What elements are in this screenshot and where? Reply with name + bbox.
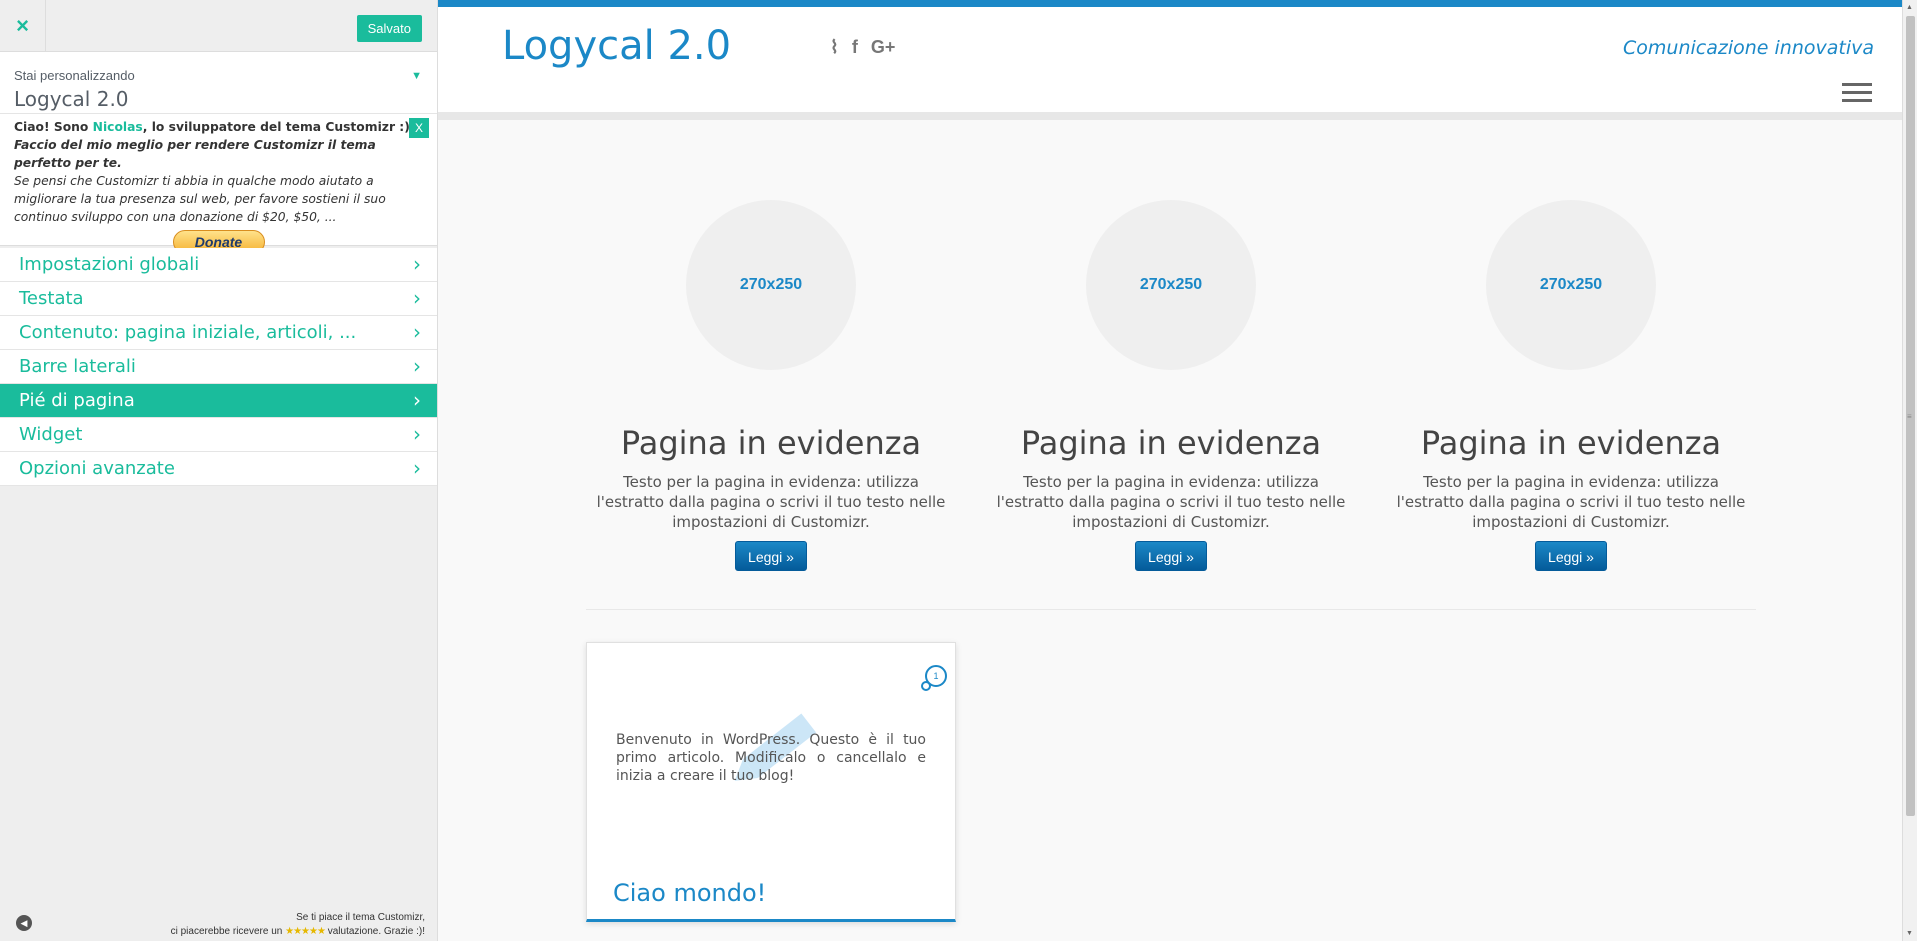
featured-title[interactable]: Pagina in evidenza <box>981 424 1361 462</box>
site-header: Logycal 2.0 ⌇ f G+ Comunicazione innovat… <box>438 7 1902 120</box>
notice-close-button[interactable]: X <box>409 118 429 138</box>
featured-divider <box>586 609 1756 610</box>
chevron-right-icon: › <box>413 252 421 276</box>
sidebar-footer: ◀ Se ti piace il tema Customizr, ci piac… <box>0 901 437 941</box>
rating-line2: ci piacerebbe ricevere un ★★★★★ valutazi… <box>171 925 425 939</box>
menu-item-label: Opzioni avanzate <box>19 458 175 479</box>
notice-greeting: Ciao! Sono <box>14 120 93 134</box>
chevron-right-icon: › <box>413 286 421 310</box>
menu-item-impostazioni-globali[interactable]: Impostazioni globali › <box>0 248 437 282</box>
developer-name-link[interactable]: Nicolas <box>93 120 143 134</box>
post-excerpt: Benvenuto in WordPress. Questo è il tuo … <box>616 732 926 784</box>
menu-hamburger-icon[interactable] <box>1842 83 1872 107</box>
save-button[interactable]: Salvato <box>356 15 422 42</box>
read-more-button[interactable]: Leggi » <box>735 541 807 571</box>
chevron-right-icon: › <box>413 354 421 378</box>
rating-message: Se ti piace il tema Customizr, ci piacer… <box>171 911 425 939</box>
scroll-grip-icon: ≡ <box>1907 412 1912 421</box>
customizer-sidebar: × Salvato Stai personalizzando Logycal 2… <box>0 0 438 941</box>
featured-page: 270x250 Pagina in evidenza Testo per la … <box>981 200 1361 571</box>
customizer-info[interactable]: Stai personalizzando Logycal 2.0 <box>0 52 437 114</box>
donation-notice: X Ciao! Sono Nicolas, lo sviluppatore de… <box>0 114 437 254</box>
menu-item-barre-laterali[interactable]: Barre laterali › <box>0 350 437 384</box>
site-title[interactable]: Logycal 2.0 <box>502 23 731 69</box>
featured-thumbnail[interactable]: 270x250 <box>1486 200 1656 370</box>
rss-icon[interactable]: ⌇ <box>830 37 839 57</box>
rating-line1: Se ti piace il tema Customizr, <box>296 912 425 923</box>
rating-text: ci piacerebbe ricevere un <box>170 926 286 937</box>
featured-text: Testo per la pagina in evidenza: utilizz… <box>1396 473 1746 531</box>
post-card[interactable]: 1 Benvenuto in WordPress. Questo è il tu… <box>586 642 956 922</box>
menu-item-label: Widget <box>19 424 83 445</box>
menu-item-opzioni-avanzate[interactable]: Opzioni avanzate › <box>0 452 437 486</box>
site-tagline: Comunicazione innovativa <box>1623 37 1874 59</box>
scroll-down-icon[interactable]: ▼ <box>1906 930 1913 937</box>
rating-text-end: valutazione. Grazie :)! <box>324 926 425 937</box>
chevron-right-icon: › <box>413 456 421 480</box>
menu-item-label: Barre laterali <box>19 356 136 377</box>
menu-item-contenuto[interactable]: Contenuto: pagina iniziale, articoli, ..… <box>0 316 437 350</box>
featured-text: Testo per la pagina in evidenza: utilizz… <box>996 473 1346 531</box>
notice-line2: Faccio del mio meglio per rendere Custom… <box>14 138 376 170</box>
menu-item-label: Impostazioni globali <box>19 254 200 275</box>
featured-thumbnail[interactable]: 270x250 <box>1086 200 1256 370</box>
info-site-title: Logycal 2.0 <box>14 87 129 111</box>
comment-bubble-tail <box>921 681 931 691</box>
star-rating-link[interactable]: ★★★★★ <box>285 926 326 937</box>
notice-line1: Ciao! Sono Nicolas, lo sviluppatore del … <box>14 118 423 136</box>
chevron-right-icon: › <box>413 422 421 446</box>
notice-line3: Se pensi che Customizr ti abbia in qualc… <box>14 174 386 224</box>
close-icon[interactable]: × <box>0 0 46 52</box>
preview-scrollbar[interactable]: ▲ ≡ ▼ <box>1902 0 1917 941</box>
menu-item-testata[interactable]: Testata › <box>0 282 437 316</box>
header-accent-bar <box>438 0 1902 7</box>
featured-thumbnail[interactable]: 270x250 <box>686 200 856 370</box>
read-more-button[interactable]: Leggi » <box>1135 541 1207 571</box>
menu-item-label: Testata <box>19 288 84 309</box>
scroll-up-icon[interactable]: ▲ <box>1906 4 1913 11</box>
site-preview: Logycal 2.0 ⌇ f G+ Comunicazione innovat… <box>438 0 1902 941</box>
read-more-button[interactable]: Leggi » <box>1535 541 1607 571</box>
featured-title[interactable]: Pagina in evidenza <box>581 424 961 462</box>
featured-title[interactable]: Pagina in evidenza <box>1381 424 1761 462</box>
info-subtitle: Stai personalizzando <box>14 68 135 83</box>
menu-item-label: Contenuto: pagina iniziale, articoli, ..… <box>19 322 357 343</box>
featured-page: 270x250 Pagina in evidenza Testo per la … <box>1381 200 1761 571</box>
collapse-sidebar-icon[interactable]: ◀ <box>16 915 32 931</box>
menu-item-pie-di-pagina[interactable]: Pié di pagina › <box>0 384 437 418</box>
google-plus-icon[interactable]: G+ <box>871 37 896 57</box>
social-links: ⌇ f G+ <box>830 37 903 58</box>
customizer-menu: Impostazioni globali › Testata › Contenuto… <box>0 248 437 486</box>
facebook-icon[interactable]: f <box>852 37 858 57</box>
menu-item-label: Pié di pagina <box>19 390 135 411</box>
notice-greeting-end: , lo sviluppatore del tema Customizr :). <box>142 120 415 134</box>
post-title[interactable]: Ciao mondo! <box>613 879 766 907</box>
chevron-down-icon[interactable]: ▼ <box>411 70 422 82</box>
menu-item-widget[interactable]: Widget › <box>0 418 437 452</box>
chevron-right-icon: › <box>413 388 421 412</box>
customizer-topbar: × Salvato <box>0 0 437 52</box>
featured-page: 270x250 Pagina in evidenza Testo per la … <box>581 200 961 571</box>
featured-text: Testo per la pagina in evidenza: utilizz… <box>596 473 946 531</box>
chevron-right-icon: › <box>413 320 421 344</box>
